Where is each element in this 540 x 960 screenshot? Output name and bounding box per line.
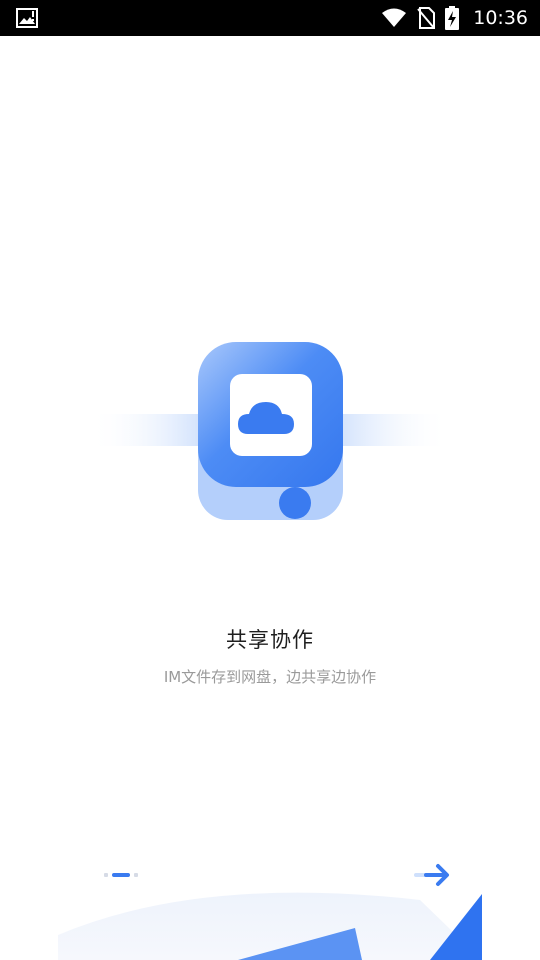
gallery-icon xyxy=(16,8,38,28)
page-title: 共享协作 xyxy=(226,628,314,652)
status-bar: 10:36 xyxy=(0,0,540,36)
onboarding-screen: 10:36 共享协作 IM文件存到网盘，边共享边协作 xyxy=(0,0,540,960)
page-subtitle: IM文件存到网盘，边共享边协作 xyxy=(163,668,377,686)
page-dot xyxy=(104,873,108,877)
share-collaboration-illustration xyxy=(90,342,450,520)
battery-charging-icon xyxy=(445,6,460,30)
status-time: 10:36 xyxy=(473,7,528,29)
no-sim-icon xyxy=(417,7,436,29)
status-icons: 10:36 xyxy=(381,0,528,36)
page-indicator xyxy=(104,873,138,877)
wifi-icon xyxy=(382,8,407,27)
page-dot xyxy=(134,873,138,877)
bottom-decoration xyxy=(58,892,482,960)
page-dot-active xyxy=(112,873,130,877)
